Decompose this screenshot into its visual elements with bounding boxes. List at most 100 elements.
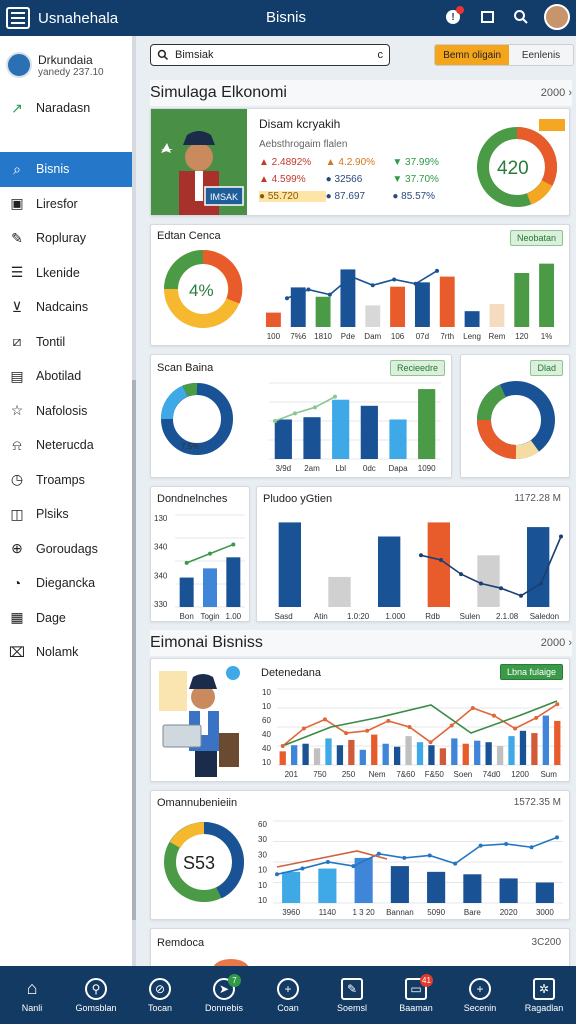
sidebar-nav: ↗ Naradasn ⌕ Bisnis ▣ Liresfor ✎ Ropluray ☰ Lkeni… [0, 88, 132, 670]
nav-ragadlan[interactable]: ✲ Ragadlan [512, 977, 576, 1013]
donut-card[interactable]: Dlad [460, 354, 570, 478]
table-icon: ▤ [10, 367, 24, 384]
bar [389, 419, 407, 459]
x-tick-label: 750 [313, 770, 327, 779]
nav-secenin[interactable]: + Secenin [448, 977, 512, 1013]
summary-card[interactable]: IMSAK Disam kcryakih Aebsthrogaim flalen… [150, 108, 570, 216]
chart-card-edtan[interactable]: Edtan Cenca Neobatan 4% 100 7%6 1810 Pde Dam… [150, 224, 570, 346]
x-tick-label: 1% [541, 332, 553, 341]
stats-row: ▲ 2.4892% ▲ 4.2.90% ▼ 37.99% [259, 157, 459, 168]
nav-gomsblan[interactable]: ⚲ Gomsblan [64, 977, 128, 1013]
clear-search-icon[interactable]: c [378, 49, 384, 61]
search-icon[interactable] [510, 6, 532, 28]
sidebar-item-goroudags[interactable]: ⊕ Goroudags [0, 532, 132, 567]
sidebar-item-nolamk[interactable]: ⌧ Nolamk [0, 635, 132, 670]
line-point [439, 558, 443, 562]
nav-label: Secenin [463, 1002, 497, 1013]
section-year-link[interactable]: 2000 › [541, 87, 572, 99]
sidebar-item-diegancka[interactable]: ◔ Diegancka [0, 566, 132, 601]
sidebar-item-dage[interactable]: ▦ Dage [0, 601, 132, 636]
person-icon: ⚲ [85, 977, 107, 1000]
toggle-option[interactable]: Eenlenis [509, 45, 573, 65]
bar-chart-omannube: 3960 1140 1 3 20 Bannan 5090 Bare 2020 3000 60 30… [258, 820, 563, 917]
nav-coan[interactable]: + Coan [256, 977, 320, 1013]
bar [499, 878, 518, 903]
nav-label: Soemsl [336, 1002, 367, 1013]
sidebar-item-troamps[interactable]: ◷ Troamps [0, 463, 132, 498]
bar [508, 736, 515, 765]
chart-card-omannube[interactable]: Omannubenieiin 1572.35 M S53 3960 1140 1 3… [150, 790, 570, 920]
bar [325, 738, 332, 765]
search-input[interactable]: Bimsiak c [150, 44, 390, 66]
line-point [491, 713, 496, 718]
y-tick-label: 10 [258, 881, 267, 890]
sidebar-item-label: Liresfor [36, 196, 78, 211]
sidebar-item-naradasn[interactable]: ↗ Naradasn [0, 88, 132, 128]
chart-card-scan[interactable]: Scan Baina Recieedre 7,5% 3/9d 2am Lbl 0dc D… [150, 354, 452, 478]
line-point [519, 593, 523, 598]
bar [474, 740, 481, 765]
chart-card-pludoo[interactable]: Pludoo yGtien 1172.28 M Sasd Atin 1.0:20 1.… [256, 486, 570, 622]
line-point [327, 292, 332, 297]
sidebar-item-tontil[interactable]: ⧄ Tontil [0, 325, 132, 360]
sidebar-item-nadcains[interactable]: ⊻ Nadcains [0, 290, 132, 325]
sidebar-item-label: Goroudags [36, 541, 98, 556]
stat-value: ● 32566 [325, 174, 363, 185]
sidebar-item-neterucda[interactable]: ⍾ Neterucda [0, 428, 132, 463]
nav-label: Baaman [399, 1002, 433, 1013]
line-point [285, 296, 289, 301]
window-icon[interactable] [476, 6, 498, 28]
sidebar-item-plsiks[interactable]: ◫ Plsiks [0, 497, 132, 532]
x-tick-label: 3960 [282, 908, 300, 917]
sidebar-scrollbar[interactable] [132, 380, 136, 920]
chart-card-detenedana[interactable]: Detenedana Lbna fulaige 201 750 250 Nem 7&60… [150, 658, 570, 782]
card-title: Remdoca [157, 937, 205, 949]
sidebar-item-bisnis[interactable]: ⌕ Bisnis [0, 152, 132, 187]
user-avatar[interactable] [544, 4, 570, 30]
sidebar-item-nafolosis[interactable]: ☆ Nafolosis [0, 394, 132, 429]
chart-card-remdoca[interactable]: Remdoca 3C200 [150, 928, 570, 966]
line-point [555, 702, 560, 707]
bar [302, 743, 309, 765]
bar [414, 282, 430, 327]
line-point [313, 405, 317, 410]
line-point [402, 855, 407, 860]
chart-card-dondnel[interactable]: Dondnelnches Bon Togin 1.00 130 340 340 330 [150, 486, 250, 622]
clock-icon: ◷ [10, 471, 24, 488]
nav-tocan[interactable]: ⊘ Tocan [128, 977, 192, 1013]
line-point [499, 586, 503, 591]
x-tick-label: Togin [200, 612, 219, 621]
pen-icon: ✎ [11, 229, 23, 246]
x-tick-label: 250 [342, 770, 356, 779]
nav-label: Ragadlan [524, 1002, 564, 1013]
nav-baaman[interactable]: ▭ Baaman 41 [384, 973, 448, 1013]
sidebar-item-lkenide[interactable]: ☰ Lkenide [0, 256, 132, 291]
y-tick-label: 10 [262, 758, 271, 767]
nav-nanli[interactable]: ⌂ Nanli [0, 978, 64, 1013]
sidebar-item-ropluray[interactable]: ✎ Ropluray [0, 221, 132, 256]
section-year-link[interactable]: 2000 › [541, 637, 572, 649]
sidebar-item-liresfor[interactable]: ▣ Liresfor [0, 187, 132, 222]
nav-soemsl[interactable]: ✎ Soemsl [320, 977, 384, 1013]
bar [226, 557, 241, 607]
hamburger-menu-icon[interactable] [6, 7, 30, 29]
section-header-simulation: Simulaga Elkonomi 2000 › [150, 80, 572, 106]
line-point [280, 744, 285, 748]
bar [439, 748, 447, 765]
x-tick-label: 106 [391, 332, 405, 341]
sidebar-item-abotilad[interactable]: ▤ Abotilad [0, 359, 132, 394]
y-tick-label: 340 [154, 571, 168, 580]
nav-donnebis[interactable]: ➤ Donnebis 7 [192, 973, 256, 1013]
bar [336, 745, 344, 765]
sidebar-item-label: Nadcains [36, 300, 89, 315]
stats-grid: ▲ 2.4892% ▲ 4.2.90% ▼ 37.99% ▲ 4.599% ● 3256… [259, 157, 459, 208]
bar [279, 751, 286, 765]
y-tick-label: 60 [258, 820, 267, 829]
y-tick-label: 40 [262, 730, 271, 739]
gauge-chart: 420 [477, 119, 565, 207]
bar [439, 276, 455, 327]
profile-block[interactable]: Drkundaia yanedy 237.10 [0, 36, 132, 86]
bar [179, 577, 194, 607]
notifications-icon[interactable]: ! [442, 6, 464, 28]
toggle-option-active[interactable]: Bemn oligain [435, 45, 509, 65]
